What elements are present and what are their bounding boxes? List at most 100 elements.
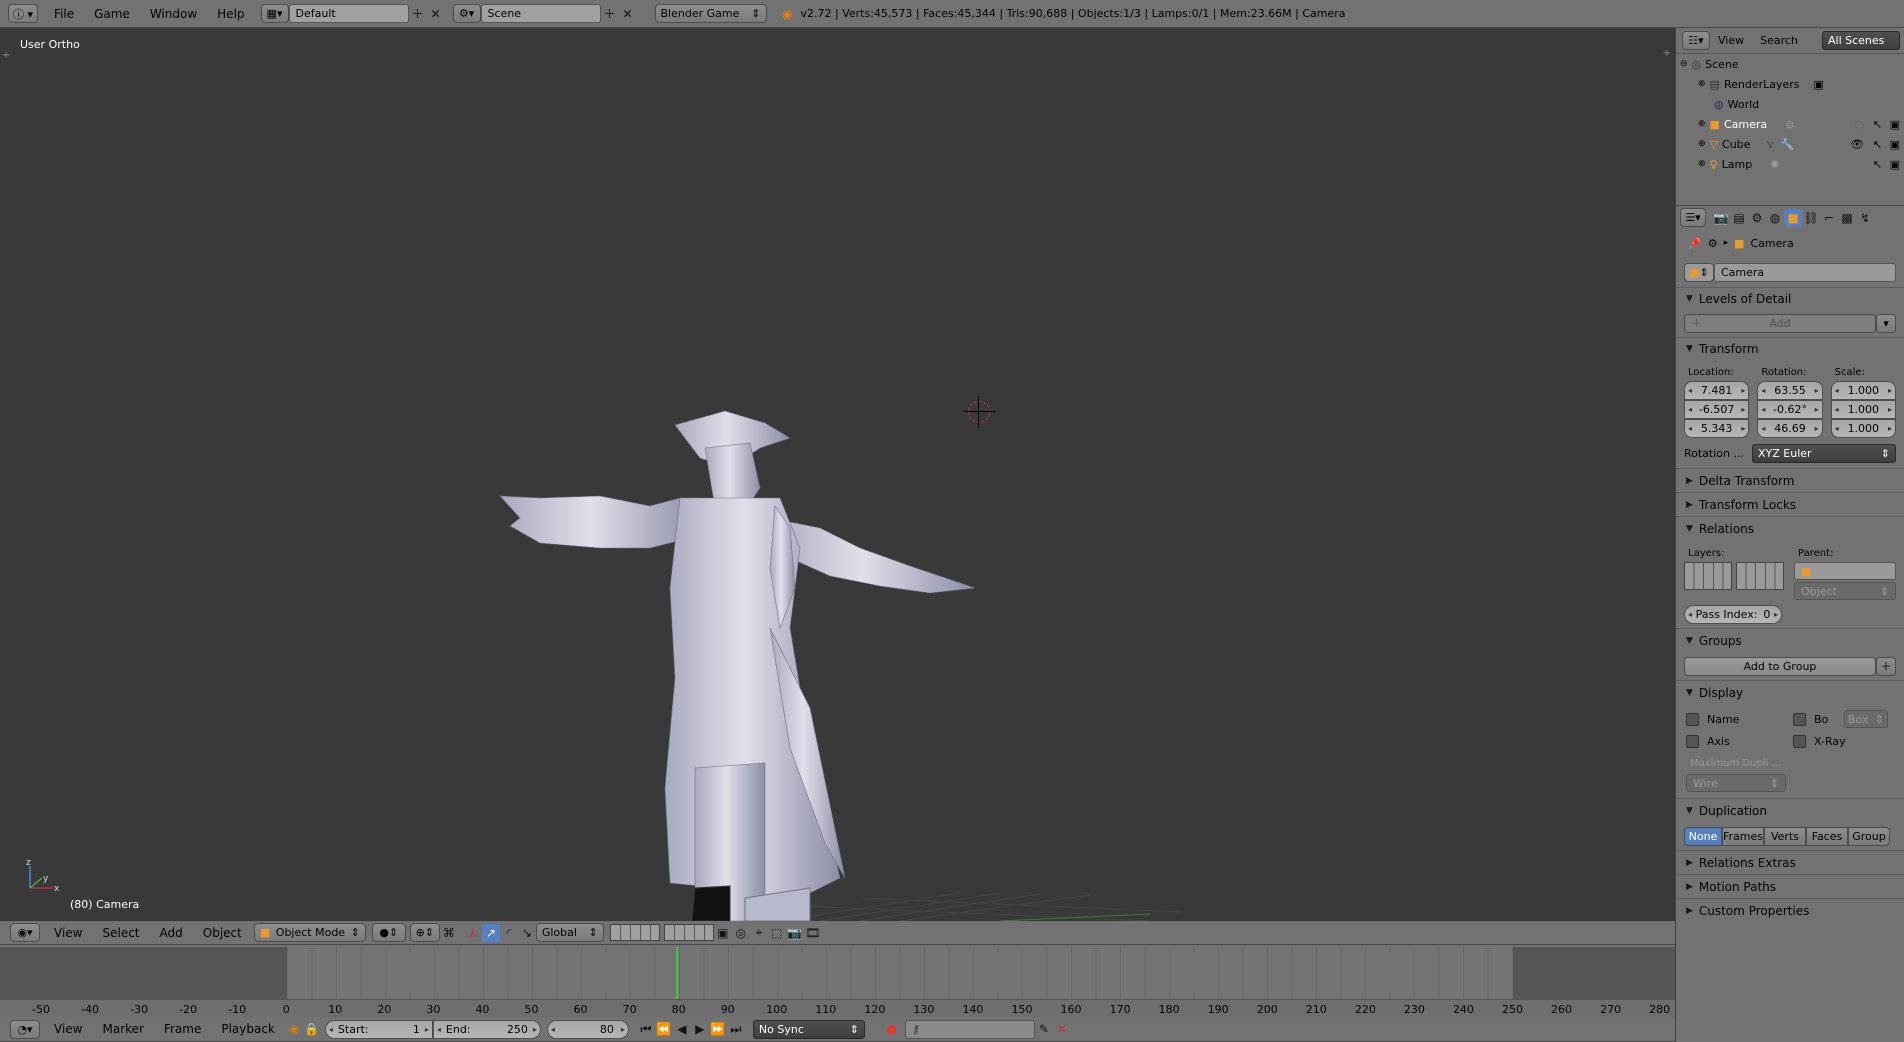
texture-tab-icon[interactable]: ▩ [1838, 209, 1856, 227]
object-datablock-button[interactable]: ■ ⇕ [1684, 262, 1714, 282]
properties-editor-type-button[interactable]: ☰▾ [1680, 208, 1706, 227]
jump-start-icon[interactable]: ⏮ [637, 1020, 655, 1038]
dupli-frames-button[interactable]: Frames [1722, 826, 1764, 846]
keying-set-field[interactable]: ⚷ [904, 1019, 1035, 1039]
visibility-eye-icon[interactable]: ◌ [1854, 118, 1864, 131]
timeline-menu-playback[interactable]: Playback [211, 1022, 285, 1036]
lod-menu-button[interactable]: ▾ [1876, 313, 1896, 333]
groups-panel-header[interactable]: ▼ Groups [1676, 628, 1904, 652]
outliner-item-renderlayers[interactable]: ⊕ ▤ RenderLayers ▣ [1676, 74, 1904, 94]
delta-transform-panel-header[interactable]: ▶ Delta Transform [1676, 468, 1904, 492]
outliner-editor-type-button[interactable]: ☷▾ [1682, 31, 1710, 50]
renderlayer-tab-icon[interactable]: ▤ [1730, 209, 1748, 227]
outliner-menu-view[interactable]: View [1710, 34, 1752, 47]
location-x-field[interactable]: 7.481 [1684, 381, 1750, 400]
jump-next-keyframe-icon[interactable]: ⏩ [709, 1020, 727, 1038]
layer-buttons-b[interactable] [663, 924, 714, 941]
expand-icon[interactable]: ⊖ [1680, 59, 1688, 69]
start-frame-field[interactable]: Start: 1 [324, 1019, 433, 1039]
data-tab-icon[interactable]: ⌐ [1820, 209, 1838, 227]
timeline-area[interactable]: -50 -40 -30 -20 -10 0 10 20 30 40 50 60 70 80 90 100 110… [0, 945, 1675, 1017]
select-arrow-icon[interactable]: ↖ [1873, 158, 1882, 171]
editor-type-info-button[interactable]: ⓘ ▾ [8, 4, 38, 23]
visibility-eye-icon[interactable]: 👁 [1850, 138, 1864, 151]
current-frame-line[interactable] [676, 947, 678, 999]
dupli-group-button[interactable]: Group [1848, 826, 1890, 846]
transform-panel-header[interactable]: ▼ Transform [1676, 337, 1904, 359]
parent-field[interactable]: ■ [1794, 562, 1896, 580]
preview-range-icon[interactable]: ◉ [285, 1020, 303, 1038]
render-anim-icon[interactable]: 🎞 [804, 924, 822, 942]
pin-icon[interactable]: 📌 [1688, 237, 1702, 250]
sync-dropdown[interactable]: No Sync ⇕ [752, 1019, 865, 1039]
end-frame-field[interactable]: End: 250 [432, 1019, 541, 1039]
screen-layout-field[interactable]: Default [288, 4, 409, 23]
snap-icon[interactable]: ⌖ [750, 924, 768, 942]
parent-type-dropdown[interactable]: Object ⇕ [1794, 582, 1896, 600]
outliner-item-cube[interactable]: ⊕ ▽ Cube ⋎ 🔧 👁 ↖ ▣ [1676, 134, 1904, 154]
outliner-item-lamp[interactable]: ⊕ ♀ Lamp ✺ ↖ ▣ [1676, 154, 1904, 174]
scale-y-field[interactable]: 1.000 [1830, 400, 1896, 419]
bounds-checkbox[interactable] [1793, 712, 1806, 726]
delete-keyframe-icon[interactable]: ✕ [1053, 1020, 1071, 1038]
dupli-faces-button[interactable]: Faces [1806, 826, 1848, 846]
rotation-x-field[interactable]: 63.55 [1757, 381, 1823, 400]
jump-prev-keyframe-icon[interactable]: ⏪ [655, 1020, 673, 1038]
screen-layout-selector[interactable]: ▦▾ [260, 4, 289, 23]
view3d-editor-type-button[interactable]: ◉▾ [10, 923, 40, 942]
close-screen-icon[interactable]: ✕ [427, 5, 445, 23]
view3d-menu-select[interactable]: Select [92, 926, 149, 940]
rotation-z-field[interactable]: 46.69 [1757, 419, 1823, 438]
layer-buttons-a[interactable] [609, 924, 660, 941]
scene-selector[interactable]: ⚙▾ [452, 4, 481, 23]
lod-add-button[interactable]: ＋ Add [1684, 313, 1876, 333]
transform-orientation-dropdown[interactable]: Global ⇕ [535, 923, 604, 942]
expand-icon[interactable]: ⊕ [1698, 79, 1706, 89]
view3d-menu-add[interactable]: Add [150, 926, 193, 940]
add-to-group-button[interactable]: Add to Group [1684, 656, 1876, 676]
layer-lock-icon[interactable]: ▣ [714, 924, 732, 942]
expand-icon[interactable]: ⊕ [1698, 139, 1706, 149]
outliner-item-camera[interactable]: ⊕ ■ Camera ⊚ ◌ ↖ ▣ [1676, 114, 1904, 134]
expand-icon[interactable]: ⊕ [1698, 159, 1706, 169]
menu-game[interactable]: Game [84, 7, 140, 21]
timeline-menu-marker[interactable]: Marker [92, 1022, 153, 1036]
manipulator-translate-icon[interactable]: ⅄ [464, 924, 482, 942]
object-layers-a[interactable] [1684, 562, 1732, 590]
render-toggle-icon[interactable]: ▣ [1890, 158, 1900, 171]
object-layers-b[interactable] [1736, 562, 1784, 590]
render-engine-dropdown[interactable]: Blender Game ⇕ [654, 4, 767, 23]
outliner-filter-dropdown[interactable]: All Scenes [1822, 31, 1900, 50]
outliner-menu-search[interactable]: Search [1752, 34, 1806, 47]
manipulator-rotate-icon[interactable]: ↗ [481, 923, 500, 942]
play-icon[interactable]: ▶ [691, 1020, 709, 1038]
motion-paths-panel-header[interactable]: ▶ Motion Paths [1676, 874, 1904, 898]
transform-locks-panel-header[interactable]: ▶ Transform Locks [1676, 492, 1904, 516]
add-screen-icon[interactable]: ＋ [409, 5, 427, 23]
select-arrow-icon[interactable]: ↖ [1873, 118, 1882, 131]
proportional-edit-icon[interactable]: ◎ [732, 924, 750, 942]
display-panel-header[interactable]: ▼ Display [1676, 680, 1904, 704]
timeline-editor-type-button[interactable]: ◔▾ [10, 1019, 40, 1039]
scale-z-field[interactable]: 1.000 [1830, 419, 1896, 438]
duplication-panel-header[interactable]: ▼ Duplication [1676, 798, 1904, 822]
jump-end-icon[interactable]: ⏭ [727, 1020, 745, 1038]
outliner-item-world[interactable]: ◍ World [1676, 94, 1904, 114]
max-dupli-dropdown[interactable]: Wire ⇕ [1686, 774, 1786, 792]
rotation-mode-dropdown[interactable]: XYZ Euler ⇕ [1752, 443, 1896, 463]
render-toggle-icon[interactable]: ▣ [1890, 118, 1900, 131]
location-y-field[interactable]: -6.507 [1684, 400, 1750, 419]
dupli-verts-button[interactable]: Verts [1764, 826, 1806, 846]
mode-dropdown[interactable]: ■ Object Mode ⇕ [253, 923, 366, 942]
constraints-tab-icon[interactable]: ⛓ [1802, 209, 1820, 227]
timeline-menu-view[interactable]: View [44, 1022, 92, 1036]
world-tab-icon[interactable]: ◍ [1766, 209, 1784, 227]
manipulator-arc-icon[interactable]: ◜ [500, 924, 518, 942]
custom-properties-panel-header[interactable]: ▶ Custom Properties [1676, 898, 1904, 922]
menu-window[interactable]: Window [140, 7, 207, 21]
pivot-dropdown[interactable]: ⊕⇕ [409, 923, 440, 942]
relations-extras-panel-header[interactable]: ▶ Relations Extras [1676, 850, 1904, 874]
location-z-field[interactable]: 5.343 [1684, 419, 1750, 438]
select-arrow-icon[interactable]: ↖ [1873, 138, 1882, 151]
object-name-field[interactable]: Camera [1714, 262, 1896, 282]
